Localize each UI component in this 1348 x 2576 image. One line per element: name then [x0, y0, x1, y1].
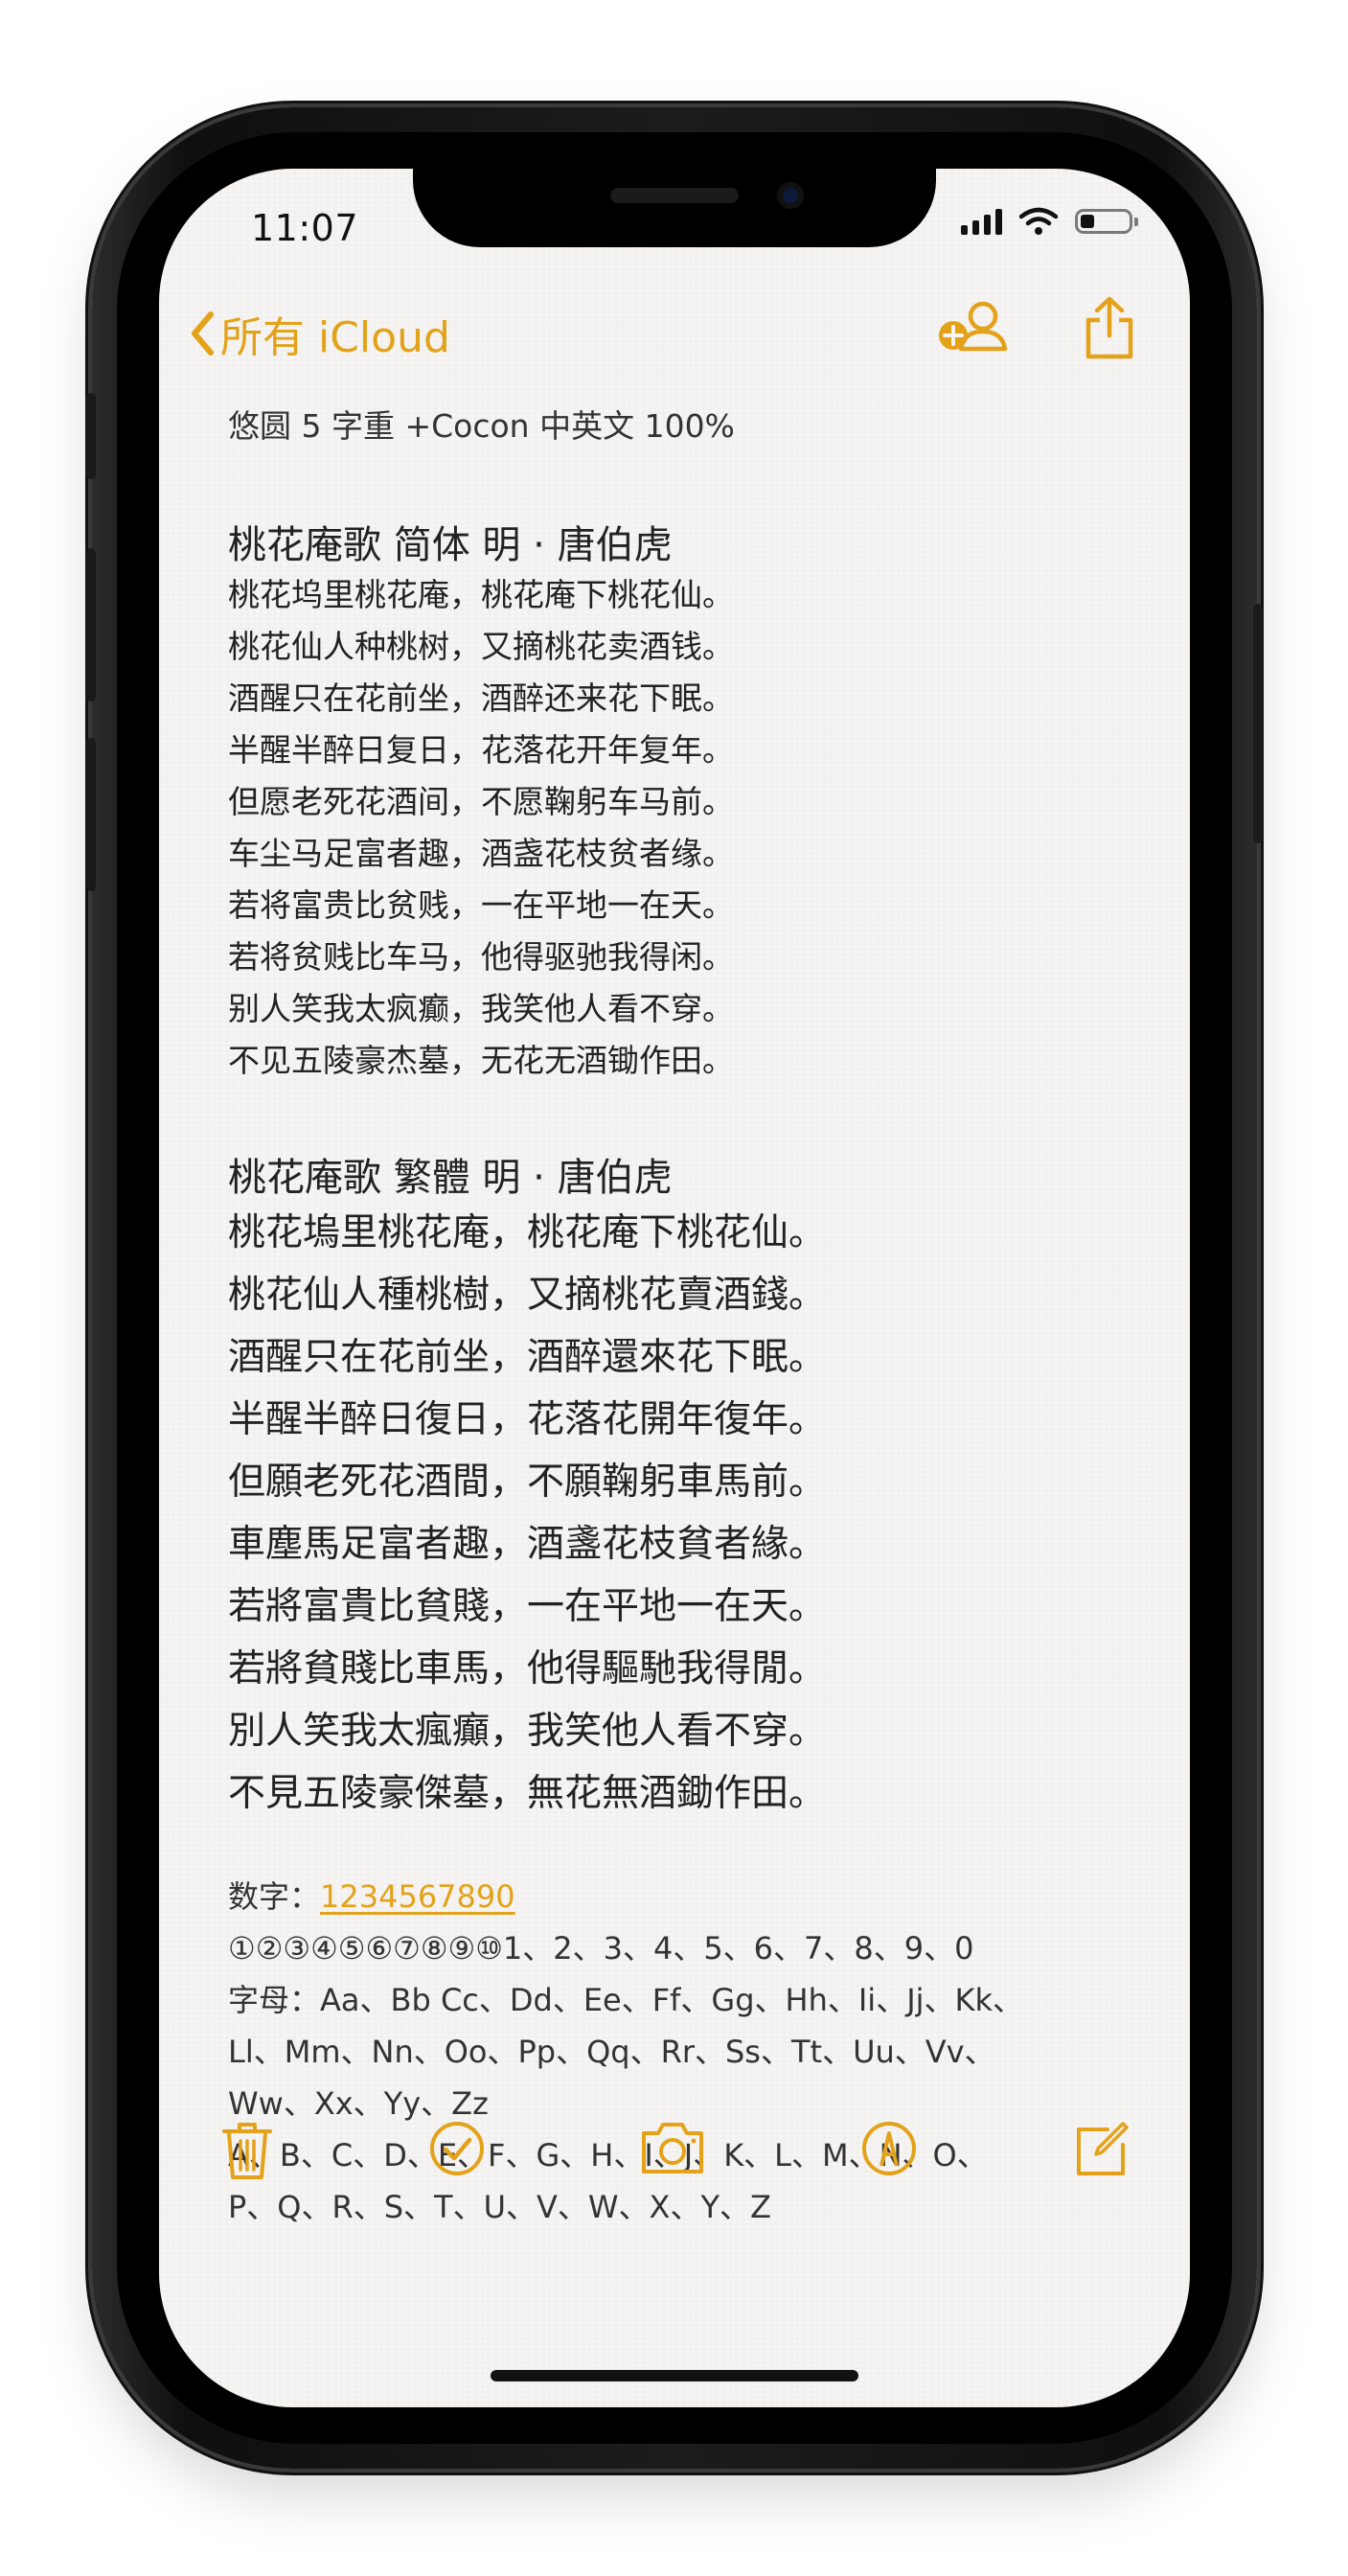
- poem-line: 半醒半醉日復日，花落花開年復年。: [228, 1398, 827, 1441]
- markup-pen-icon[interactable]: [860, 2120, 918, 2177]
- poem-line: 若将富贵比贫贱，一在平地一在天。: [228, 886, 734, 924]
- screen: 11:07 所有 iCloud 悠圆 5 字重 +Cocon 中英文 100% …: [159, 169, 1190, 2407]
- poem-line: 桃花仙人種桃樹，又摘桃花賣酒錢。: [228, 1274, 827, 1317]
- poem-line: 若將富貴比貧賤，一在平地一在天。: [228, 1585, 827, 1628]
- poem-line: 若将贫贱比车马，他得驱驰我得闲。: [228, 938, 734, 976]
- poem-title-traditional: 桃花庵歌 繁體 明 · 唐伯虎: [228, 1156, 673, 1200]
- digits-row: 数字：1234567890: [228, 1871, 1138, 1922]
- poem-line: 別人笑我太瘋癲，我笑他人看不穿。: [228, 1710, 827, 1753]
- volume-down-button: [86, 738, 96, 891]
- misc-line: Ll、Mm、Nn、Oo、Pp、Qq、Rr、Ss、Tt、Uu、Vv、: [228, 2034, 995, 2070]
- compose-icon[interactable]: [1071, 2120, 1131, 2179]
- poem-line: 但願老死花酒間，不願鞠躬車馬前。: [228, 1460, 827, 1504]
- poem-traditional: 桃花塢里桃花庵，桃花庵下桃花仙。 桃花仙人種桃樹，又摘桃花賣酒錢。 酒醒只在花前…: [228, 1202, 1138, 1825]
- poem-line: 酒醒只在花前坐，酒醉还来花下眠。: [228, 679, 734, 717]
- poem-line: 半醒半醉日复日，花落花开年复年。: [228, 731, 734, 769]
- add-people-icon[interactable]: [937, 295, 1008, 356]
- trash-icon[interactable]: [220, 2120, 274, 2181]
- poem-line: 車塵馬足富者趣，酒盞花枝貧者緣。: [228, 1523, 827, 1566]
- digits-link[interactable]: 1234567890: [320, 1878, 515, 1915]
- camera-icon[interactable]: [639, 2120, 706, 2175]
- action-button: [86, 393, 96, 479]
- bottom-toolbar: [159, 2120, 1190, 2181]
- poem-line: 车尘马足富者趣，酒盏花枝贫者缘。: [228, 835, 734, 872]
- poem-line: 酒醒只在花前坐，酒醉還來花下眠。: [228, 1336, 827, 1379]
- poem-line: 若將貧賤比車馬，他得驅馳我得閒。: [228, 1647, 827, 1690]
- power-button: [1253, 604, 1263, 843]
- nav-actions: [937, 295, 1136, 360]
- back-label: 所有 iCloud: [220, 313, 450, 362]
- poem-line: 桃花塢里桃花庵，桃花庵下桃花仙。: [228, 1211, 827, 1254]
- checklist-icon[interactable]: [428, 2120, 486, 2177]
- chevron-left-icon: [192, 311, 214, 356]
- battery-icon: [1075, 209, 1138, 234]
- poem-simplified: 桃花坞里桃花庵，桃花庵下桃花仙。 桃花仙人种桃树，又摘桃花卖酒钱。 酒醒只在花前…: [228, 569, 1138, 1087]
- misc-line: ①②③④⑤⑥⑦⑧⑨⑩1、2、3、4、5、6、7、8、9、0: [228, 1930, 974, 1966]
- back-button[interactable]: 所有 iCloud: [190, 303, 450, 364]
- share-icon[interactable]: [1083, 295, 1136, 360]
- misc-line: 字母：Aa、Bb Cc、Dd、Ee、Ff、Gg、Hh、Ii、Jj、Kk、: [228, 1982, 1024, 2018]
- digits-label: 数字：: [228, 1878, 321, 1915]
- poem-line: 桃花坞里桃花庵，桃花庵下桃花仙。: [228, 576, 734, 613]
- poem-line: 但愿老死花酒间，不愿鞠躬车马前。: [228, 783, 734, 820]
- front-camera: [777, 182, 804, 209]
- note-subtitle: 悠圆 5 字重 +Cocon 中英文 100%: [228, 407, 735, 445]
- home-indicator[interactable]: [491, 2370, 858, 2381]
- poem-title-simplified: 桃花庵歌 简体 明 · 唐伯虎: [228, 523, 673, 567]
- speaker: [610, 188, 739, 203]
- volume-up-button: [86, 548, 96, 702]
- note-body[interactable]: 悠圆 5 字重 +Cocon 中英文 100% 桃花庵歌 简体 明 · 唐伯虎 …: [228, 389, 1138, 2233]
- misc-line: P、Q、R、S、T、U、V、W、X、Y、Z: [228, 2189, 771, 2225]
- poem-line: 不见五陵豪杰墓，无花无酒锄作田。: [228, 1042, 734, 1079]
- cellular-signal-icon: [961, 208, 1002, 235]
- status-icons: [961, 207, 1138, 236]
- notch: [413, 169, 936, 247]
- wifi-icon: [1019, 207, 1058, 235]
- poem-line: 桃花仙人种桃树，又摘桃花卖酒钱。: [228, 628, 734, 665]
- poem-line: 别人笑我太疯癫，我笑他人看不穿。: [228, 990, 734, 1027]
- poem-line: 不見五陵豪傑墓，無花無酒鋤作田。: [228, 1772, 827, 1815]
- status-time: 11:07: [251, 207, 359, 249]
